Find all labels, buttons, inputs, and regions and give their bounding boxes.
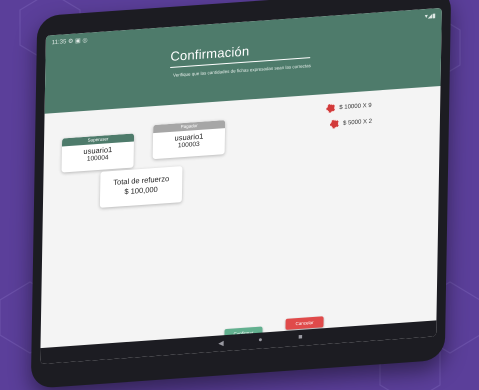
payer-card: Pagador usuario1 100003 [152, 120, 226, 160]
recents-icon[interactable]: ■ [298, 334, 302, 341]
home-icon[interactable]: ● [258, 337, 262, 344]
chip-row: $ 10000 X 9 [326, 101, 372, 114]
back-icon[interactable]: ◀ [218, 339, 224, 347]
poker-chip-icon [329, 119, 340, 129]
tablet-device: 11:35 ⚙ ▣ ◎ ▾◢▮ Confirmación Verifique q… [30, 0, 452, 389]
status-bar-right: ▾◢▮ [424, 13, 436, 21]
superuser-card: Superuser usuario1 100004 [61, 133, 135, 173]
poker-chip-icon [326, 103, 336, 114]
status-bar-left: 11:35 ⚙ ▣ ◎ [51, 37, 88, 47]
app-screen: 11:35 ⚙ ▣ ◎ ▾◢▮ Confirmación Verifique q… [40, 7, 442, 365]
system-nav-bar: ◀ ● ■ [40, 320, 437, 365]
chip-text: $ 5000 X 2 [342, 118, 373, 127]
app-header: 11:35 ⚙ ▣ ◎ ▾◢▮ Confirmación Verifique q… [44, 7, 442, 114]
total-card: Total de refuerzo $ 100,000 [99, 166, 183, 208]
chip-row: $ 5000 X 2 [329, 117, 373, 129]
page-title: Confirmación [170, 43, 250, 64]
chip-text: $ 10000 X 9 [339, 102, 372, 111]
